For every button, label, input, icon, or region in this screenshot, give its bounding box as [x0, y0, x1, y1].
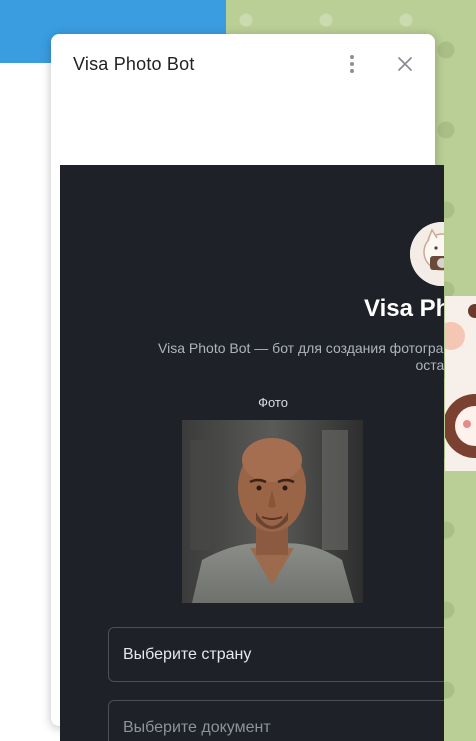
- vertical-dots-icon: [350, 55, 354, 73]
- sticker-preview: [445, 296, 476, 471]
- document-select[interactable]: Выберите документ: [108, 700, 444, 741]
- close-button[interactable]: [389, 48, 421, 80]
- document-select-label: Выберите документ: [123, 718, 271, 736]
- uploaded-photo[interactable]: [182, 420, 363, 603]
- bot-name: Visa Photo Bot: [364, 295, 444, 322]
- dialog-title: Visa Photo Bot: [73, 54, 195, 74]
- webapp-content: Visa Photo Bot Visa Photo Bot — бот для …: [60, 165, 444, 741]
- description-line-2: остал: [415, 357, 445, 373]
- country-select-label: Выберите страну: [123, 645, 252, 663]
- country-select[interactable]: Выберите страну: [108, 627, 444, 682]
- description-line-1: Visa Photo Bot — бот для создания фотогр…: [158, 340, 444, 356]
- more-options-button[interactable]: [336, 48, 368, 80]
- close-icon: [398, 57, 412, 71]
- bot-avatar: [410, 222, 444, 286]
- bot-description: Visa Photo Bot — бот для создания фотогр…: [124, 340, 444, 374]
- photo-label: Фото: [258, 395, 288, 410]
